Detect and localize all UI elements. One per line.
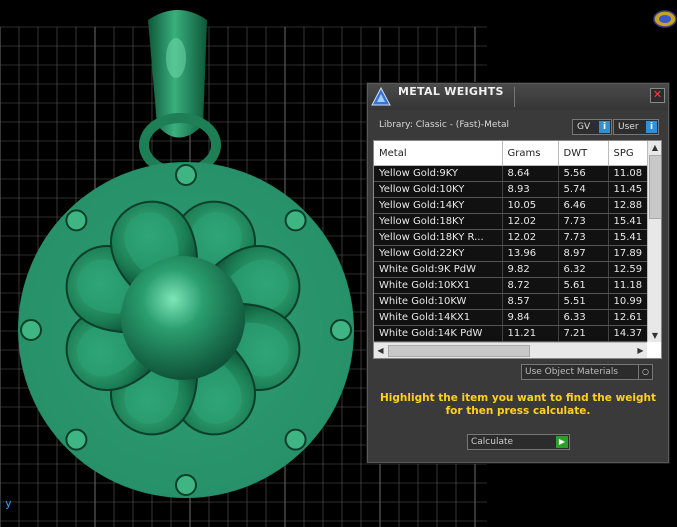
rim-bead [65,428,88,451]
cell-metal: White Gold:10KX1 [374,277,503,294]
table-horizontal-scrollbar[interactable]: ◀ ▶ [374,342,647,358]
cell-grams: 12.02 [502,213,559,230]
gv-label: GV [577,122,591,132]
table-row[interactable]: Yellow Gold:18KY R... 12.02 7.73 15.41 [374,229,654,246]
cell-grams: 8.72 [502,277,559,294]
cell-dwt: 7.73 [558,229,609,246]
cell-grams: 12.02 [502,229,559,246]
app-logo-icon [371,86,391,106]
title-divider [514,87,515,107]
table-header-row: Metal Grams DWT SPG [374,141,654,166]
user-label: User [618,122,639,132]
cell-dwt: 5.51 [558,293,609,310]
cell-dwt: 5.56 [558,165,609,182]
cell-grams: 10.05 [502,197,559,214]
rim-bead [175,474,197,496]
cell-grams: 8.64 [502,165,559,182]
table-row[interactable]: Yellow Gold:10KY 8.93 5.74 11.45 [374,181,654,198]
center-ball [121,256,245,380]
table-row[interactable]: White Gold:14KX1 9.84 6.33 12.61 [374,309,654,326]
table-row[interactable]: Yellow Gold:18KY 12.02 7.73 15.41 [374,213,654,230]
cell-metal: Yellow Gold:18KY [374,213,503,230]
instruction-text: Highlight the item you want to find the … [380,392,656,417]
cell-dwt: 7.21 [558,325,609,342]
cell-metal: White Gold:9K PdW [374,261,503,278]
table-row[interactable]: White Gold:10KW 8.57 5.51 10.99 [374,293,654,310]
cell-grams: 13.96 [502,245,559,262]
calculate-label: Calculate [471,437,514,447]
calculate-button[interactable]: Calculate ▶ [467,434,570,450]
horizontal-scroll-thumb[interactable] [388,345,530,357]
gv-info-icon: i [599,121,610,133]
cell-dwt: 5.74 [558,181,609,198]
cell-metal: Yellow Gold:14KY [374,197,503,214]
cell-grams: 8.57 [502,293,559,310]
rim-bead [175,164,197,186]
cell-dwt: 5.61 [558,277,609,294]
close-button[interactable]: ✕ [650,88,665,103]
column-header-dwt[interactable]: DWT [558,141,609,166]
cell-metal: White Gold:10KW [374,293,503,310]
cell-dwt: 7.73 [558,213,609,230]
column-header-grams[interactable]: Grams [502,141,559,166]
cell-dwt: 6.46 [558,197,609,214]
material-select[interactable]: Use Object Materials ○ [521,364,653,380]
column-header-metal[interactable]: Metal [374,141,503,166]
rim-bead [20,319,42,341]
dropdown-arrow-icon: ○ [638,365,652,379]
vertical-scroll-thumb[interactable] [649,155,661,219]
scroll-down-icon[interactable]: ▼ [648,329,661,342]
panel-titlebar[interactable]: METAL WEIGHTS ✕ [368,84,668,110]
cell-metal: White Gold:14KX1 [374,309,503,326]
table-row[interactable]: White Gold:9K PdW 9.82 6.32 12.59 [374,261,654,278]
cell-metal: Yellow Gold:10KY [374,181,503,198]
cell-grams: 9.84 [502,309,559,326]
cell-grams: 8.93 [502,181,559,198]
cell-metal: Yellow Gold:22KY [374,245,503,262]
table-vertical-scrollbar[interactable]: ▲ ▼ [647,141,661,342]
gv-button[interactable]: GV i [572,119,612,135]
table-row[interactable]: White Gold:10KX1 8.72 5.61 11.18 [374,277,654,294]
material-select-value: Use Object Materials [525,367,619,377]
table-row[interactable]: Yellow Gold:14KY 10.05 6.46 12.88 [374,197,654,214]
view-cube-icon[interactable] [651,8,677,30]
rim-bead [284,428,307,451]
cell-dwt: 8.97 [558,245,609,262]
metal-weights-panel: METAL WEIGHTS ✕ Library: Classic - (Fast… [367,83,669,463]
scroll-left-icon[interactable]: ◀ [374,343,387,358]
cell-grams: 9.82 [502,261,559,278]
cell-grams: 11.21 [502,325,559,342]
rim-bead [65,209,88,232]
table-row[interactable]: White Gold:14K PdW 11.21 7.21 14.37 [374,325,654,342]
cell-dwt: 6.33 [558,309,609,326]
user-info-icon: i [646,121,657,133]
user-button[interactable]: User i [613,119,659,135]
scroll-up-icon[interactable]: ▲ [648,141,661,154]
panel-title: METAL WEIGHTS [398,85,504,98]
table-row[interactable]: Yellow Gold:22KY 13.96 8.97 17.89 [374,245,654,262]
cell-metal: Yellow Gold:18KY R... [374,229,503,246]
library-label: Library: Classic - (Fast)-Metal [379,120,510,130]
play-icon: ▶ [556,436,568,448]
cell-dwt: 6.32 [558,261,609,278]
flower-pendant-model[interactable] [0,0,400,527]
axis-label: y [5,497,12,510]
metal-table: Metal Grams DWT SPG Yellow Gold:9KY 8.64 5… [373,140,662,359]
cell-metal: White Gold:14K PdW [374,325,503,342]
rim-bead [330,319,352,341]
rim-bead [284,209,307,232]
cell-metal: Yellow Gold:9KY [374,165,503,182]
table-row[interactable]: Yellow Gold:9KY 8.64 5.56 11.08 [374,165,654,182]
scroll-right-icon[interactable]: ▶ [634,343,647,358]
